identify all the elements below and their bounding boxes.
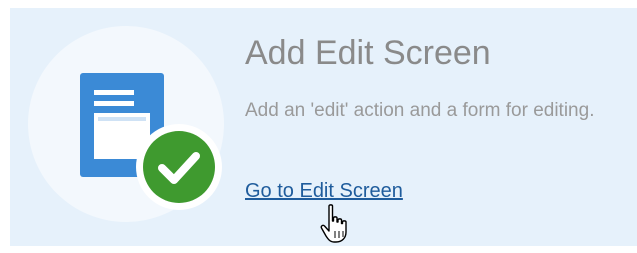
hand-pointer-cursor — [320, 204, 347, 243]
card-title: Add Edit Screen — [245, 34, 491, 72]
add-edit-screen-card: Add Edit Screen Add an 'edit' action and… — [10, 8, 637, 246]
checkmark-icon — [136, 124, 222, 210]
card-description: Add an 'edit' action and a form for edit… — [245, 100, 595, 121]
go-to-edit-screen-link[interactable]: Go to Edit Screen — [245, 180, 403, 203]
